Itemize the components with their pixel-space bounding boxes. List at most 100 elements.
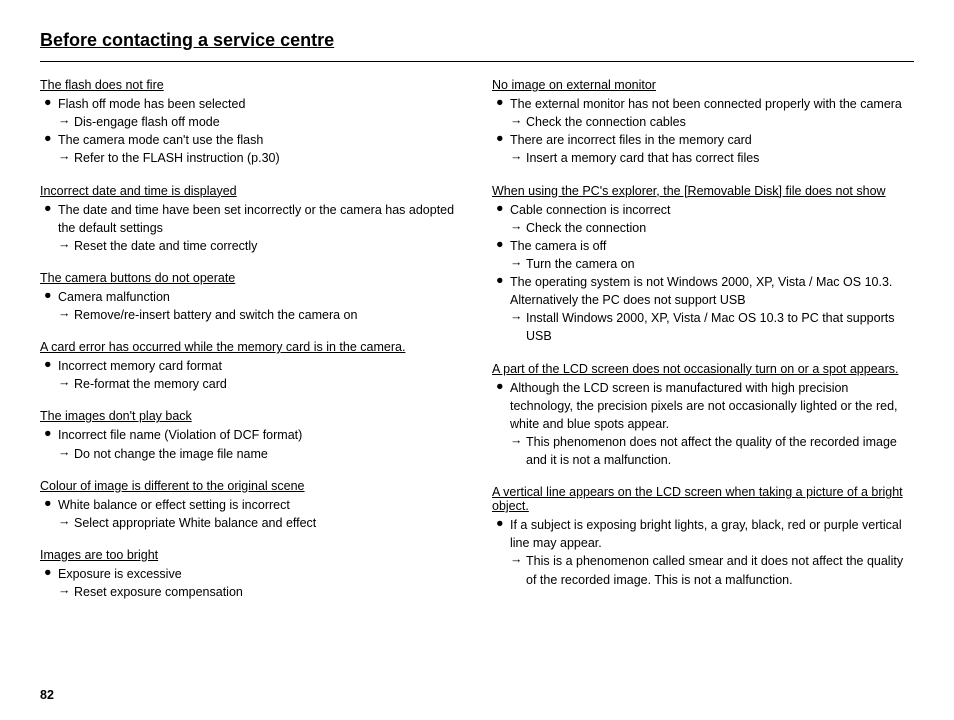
bullet-icon: ● bbox=[496, 237, 510, 251]
item-text: The external monitor has not been connec… bbox=[510, 95, 902, 113]
bullet-icon: ● bbox=[496, 95, 510, 109]
arrow-icon: → bbox=[58, 113, 74, 127]
item-text: Reset the date and time correctly bbox=[74, 237, 257, 255]
item-text: Remove/re-insert battery and switch the … bbox=[74, 306, 357, 324]
bullet-icon: ● bbox=[44, 131, 58, 145]
arrow-icon: → bbox=[510, 309, 526, 323]
list-item: → Refer to the FLASH instruction (p.30) bbox=[58, 149, 462, 167]
item-text: The camera mode can't use the flash bbox=[58, 131, 263, 149]
item-text: The operating system is not Windows 2000… bbox=[510, 273, 914, 309]
item-text: Re-format the memory card bbox=[74, 375, 227, 393]
bullet-icon: ● bbox=[44, 201, 58, 215]
section-colour-title: Colour of image is different to the orig… bbox=[40, 479, 462, 493]
bullet-icon: ● bbox=[496, 131, 510, 145]
list-item: → Check the connection cables bbox=[510, 113, 914, 131]
arrow-icon: → bbox=[510, 219, 526, 233]
bullet-icon: ● bbox=[496, 201, 510, 215]
section-buttons: The camera buttons do not operate ● Came… bbox=[40, 271, 462, 324]
section-lcd-spot: A part of the LCD screen does not occasi… bbox=[492, 362, 914, 470]
item-text: Camera malfunction bbox=[58, 288, 170, 306]
list-item: → Re-format the memory card bbox=[58, 375, 462, 393]
section-date: Incorrect date and time is displayed ● T… bbox=[40, 184, 462, 255]
list-item: → Select appropriate White balance and e… bbox=[58, 514, 462, 532]
page-title: Before contacting a service centre bbox=[40, 30, 914, 55]
item-text: The date and time have been set incorrec… bbox=[58, 201, 462, 237]
section-bright-title: Images are too bright bbox=[40, 548, 462, 562]
item-text: Although the LCD screen is manufactured … bbox=[510, 379, 914, 433]
arrow-icon: → bbox=[58, 375, 74, 389]
title-divider bbox=[40, 61, 914, 62]
list-item: ● Incorrect file name (Violation of DCF … bbox=[44, 426, 462, 444]
list-item: ● The camera is off bbox=[496, 237, 914, 255]
list-item: ● Exposure is excessive bbox=[44, 565, 462, 583]
list-item: → Reset exposure compensation bbox=[58, 583, 462, 601]
left-column: The flash does not fire ● Flash off mode… bbox=[40, 78, 462, 617]
list-item: ● Although the LCD screen is manufacture… bbox=[496, 379, 914, 433]
list-item: → Turn the camera on bbox=[510, 255, 914, 273]
list-item: ● White balance or effect setting is inc… bbox=[44, 496, 462, 514]
list-item: → Dis-engage flash off mode bbox=[58, 113, 462, 131]
list-item: ● The camera mode can't use the flash bbox=[44, 131, 462, 149]
bullet-icon: ● bbox=[44, 565, 58, 579]
item-text: If a subject is exposing bright lights, … bbox=[510, 516, 914, 552]
list-item: → This phenomenon does not affect the qu… bbox=[510, 433, 914, 469]
item-text: The camera is off bbox=[510, 237, 606, 255]
arrow-icon: → bbox=[510, 113, 526, 127]
item-text: Incorrect file name (Violation of DCF fo… bbox=[58, 426, 302, 444]
item-text: Check the connection bbox=[526, 219, 646, 237]
bullet-icon: ● bbox=[496, 379, 510, 393]
arrow-icon: → bbox=[510, 552, 526, 566]
bullet-icon: ● bbox=[44, 95, 58, 109]
section-playback: The images don't play back ● Incorrect f… bbox=[40, 409, 462, 462]
bullet-icon: ● bbox=[496, 516, 510, 530]
arrow-icon: → bbox=[510, 255, 526, 269]
section-lcd-spot-title: A part of the LCD screen does not occasi… bbox=[492, 362, 914, 376]
section-buttons-title: The camera buttons do not operate bbox=[40, 271, 462, 285]
item-text: This phenomenon does not affect the qual… bbox=[526, 433, 914, 469]
right-column: No image on external monitor ● The exter… bbox=[492, 78, 914, 617]
item-text: Flash off mode has been selected bbox=[58, 95, 245, 113]
list-item: ● There are incorrect files in the memor… bbox=[496, 131, 914, 149]
arrow-icon: → bbox=[58, 306, 74, 320]
section-no-image: No image on external monitor ● The exter… bbox=[492, 78, 914, 168]
section-flash: The flash does not fire ● Flash off mode… bbox=[40, 78, 462, 168]
list-item: → Remove/re-insert battery and switch th… bbox=[58, 306, 462, 324]
arrow-icon: → bbox=[58, 445, 74, 459]
list-item: ● Flash off mode has been selected bbox=[44, 95, 462, 113]
section-removable: When using the PC's explorer, the [Remov… bbox=[492, 184, 914, 346]
section-card-error: A card error has occurred while the memo… bbox=[40, 340, 462, 393]
list-item: → This is a phenomenon called smear and … bbox=[510, 552, 914, 588]
bullet-icon: ● bbox=[44, 496, 58, 510]
list-item: ● The operating system is not Windows 20… bbox=[496, 273, 914, 309]
list-item: → Check the connection bbox=[510, 219, 914, 237]
section-bright: Images are too bright ● Exposure is exce… bbox=[40, 548, 462, 601]
item-text: This is a phenomenon called smear and it… bbox=[526, 552, 914, 588]
item-text: Exposure is excessive bbox=[58, 565, 182, 583]
list-item: → Insert a memory card that has correct … bbox=[510, 149, 914, 167]
section-date-title: Incorrect date and time is displayed bbox=[40, 184, 462, 198]
section-vertical-line: A vertical line appears on the LCD scree… bbox=[492, 485, 914, 589]
arrow-icon: → bbox=[58, 583, 74, 597]
arrow-icon: → bbox=[510, 433, 526, 447]
item-text: White balance or effect setting is incor… bbox=[58, 496, 290, 514]
list-item: ● The date and time have been set incorr… bbox=[44, 201, 462, 237]
list-item: ● Incorrect memory card format bbox=[44, 357, 462, 375]
item-text: Turn the camera on bbox=[526, 255, 635, 273]
arrow-icon: → bbox=[58, 149, 74, 163]
item-text: Install Windows 2000, XP, Vista / Mac OS… bbox=[526, 309, 914, 345]
section-no-image-title: No image on external monitor bbox=[492, 78, 914, 92]
page-number: 82 bbox=[40, 688, 54, 702]
item-text: Dis-engage flash off mode bbox=[74, 113, 220, 131]
section-flash-title: The flash does not fire bbox=[40, 78, 462, 92]
item-text: Insert a memory card that has correct fi… bbox=[526, 149, 759, 167]
list-item: → Reset the date and time correctly bbox=[58, 237, 462, 255]
list-item: → Do not change the image file name bbox=[58, 445, 462, 463]
item-text: Cable connection is incorrect bbox=[510, 201, 671, 219]
arrow-icon: → bbox=[58, 514, 74, 528]
item-text: There are incorrect files in the memory … bbox=[510, 131, 752, 149]
section-colour: Colour of image is different to the orig… bbox=[40, 479, 462, 532]
arrow-icon: → bbox=[58, 237, 74, 251]
item-text: Do not change the image file name bbox=[74, 445, 268, 463]
list-item: ● If a subject is exposing bright lights… bbox=[496, 516, 914, 552]
section-card-error-title: A card error has occurred while the memo… bbox=[40, 340, 462, 354]
